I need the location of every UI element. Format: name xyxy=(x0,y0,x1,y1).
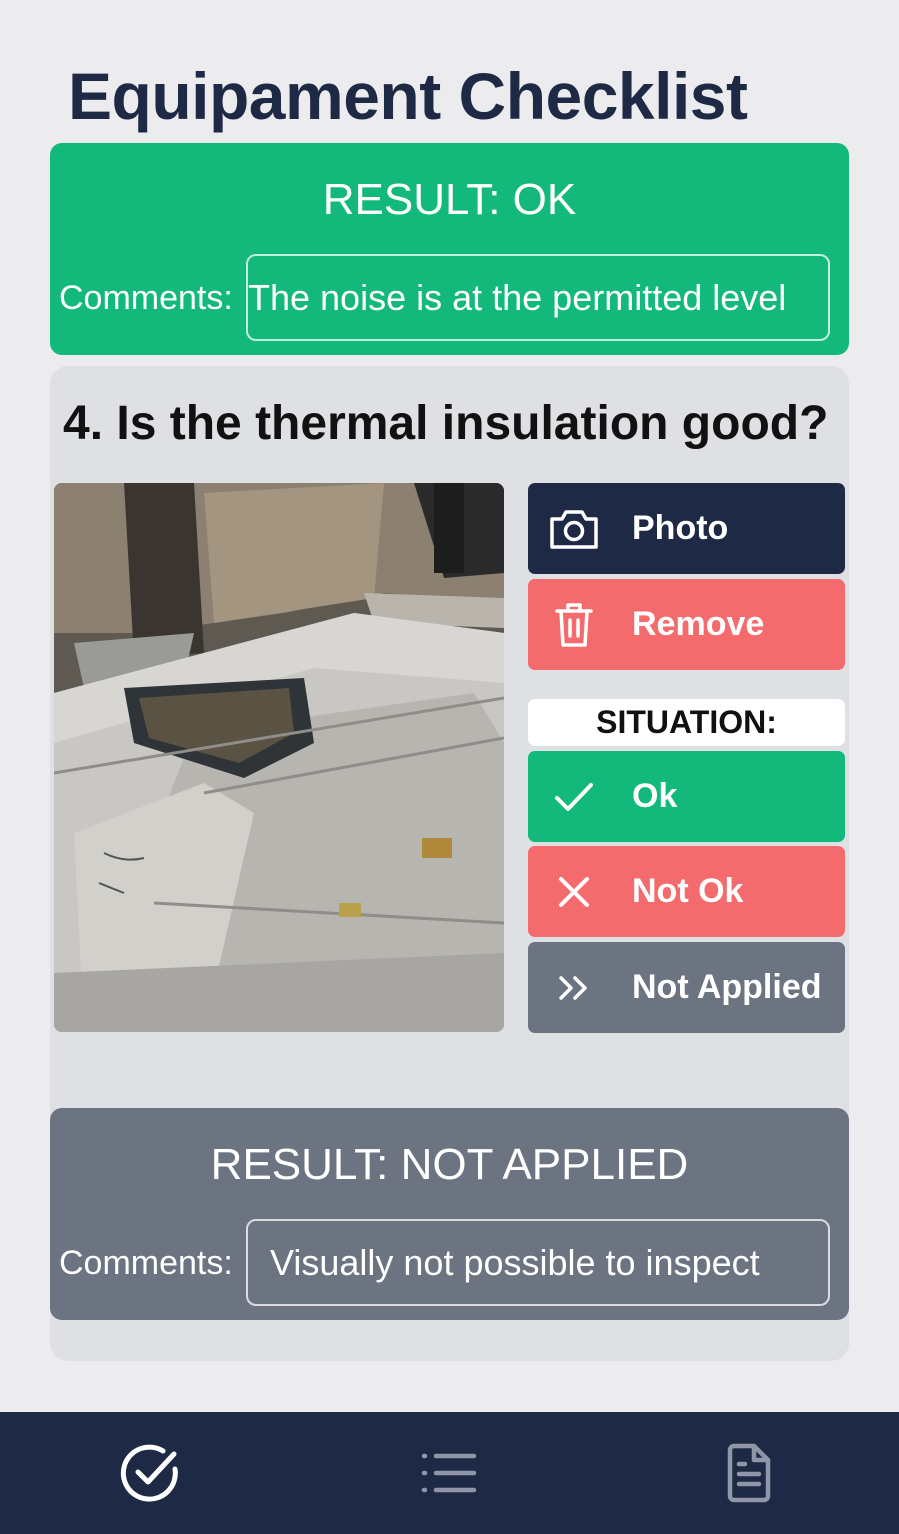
camera-icon xyxy=(544,499,604,559)
ok-button[interactable]: Ok xyxy=(528,751,845,842)
situation-label: SITUATION: xyxy=(528,699,845,746)
remove-button-label: Remove xyxy=(632,605,765,643)
close-icon xyxy=(544,862,604,922)
not-applied-button[interactable]: Not Applied xyxy=(528,942,845,1033)
not-ok-button-label: Not Ok xyxy=(632,872,744,910)
checklist-screen: Equipament Checklist RESULT: OK Comments… xyxy=(0,0,899,1534)
nav-list-button[interactable] xyxy=(416,1440,482,1506)
comments-field[interactable]: The noise is at the permitted level xyxy=(246,254,830,341)
nav-report-button[interactable] xyxy=(716,1440,782,1506)
inspection-photo[interactable] xyxy=(54,483,504,1032)
question-result-card: RESULT: NOT APPLIED Comments: Visually n… xyxy=(50,1108,849,1320)
photo-button[interactable]: Photo xyxy=(528,483,845,574)
check-circle-icon xyxy=(120,1444,178,1502)
result-title: RESULT: NOT APPLIED xyxy=(210,1140,689,1189)
ok-button-label: Ok xyxy=(632,777,678,815)
comments-field[interactable]: Visually not possible to inspect xyxy=(246,1219,830,1306)
duct-insulation-photo xyxy=(54,483,504,1032)
trash-icon xyxy=(544,595,604,655)
not-ok-button[interactable]: Not Ok xyxy=(528,846,845,937)
bottom-navigation xyxy=(0,1412,899,1534)
double-chevron-right-icon xyxy=(544,958,604,1018)
result-title: RESULT: OK xyxy=(322,175,577,224)
not-applied-button-label: Not Applied xyxy=(632,968,822,1006)
remove-button[interactable]: Remove xyxy=(528,579,845,670)
comments-label: Comments: xyxy=(59,1244,233,1282)
page-title: Equipament Checklist xyxy=(68,59,748,133)
question-title: 4. Is the thermal insulation good? xyxy=(63,397,829,450)
list-icon xyxy=(421,1453,477,1493)
comments-label: Comments: xyxy=(59,279,233,317)
previous-result-card: RESULT: OK Comments: The noise is at the… xyxy=(50,143,849,355)
check-icon xyxy=(544,767,604,827)
photo-button-label: Photo xyxy=(632,509,729,547)
document-icon xyxy=(727,1443,771,1503)
nav-checklist-button[interactable] xyxy=(117,1440,183,1506)
